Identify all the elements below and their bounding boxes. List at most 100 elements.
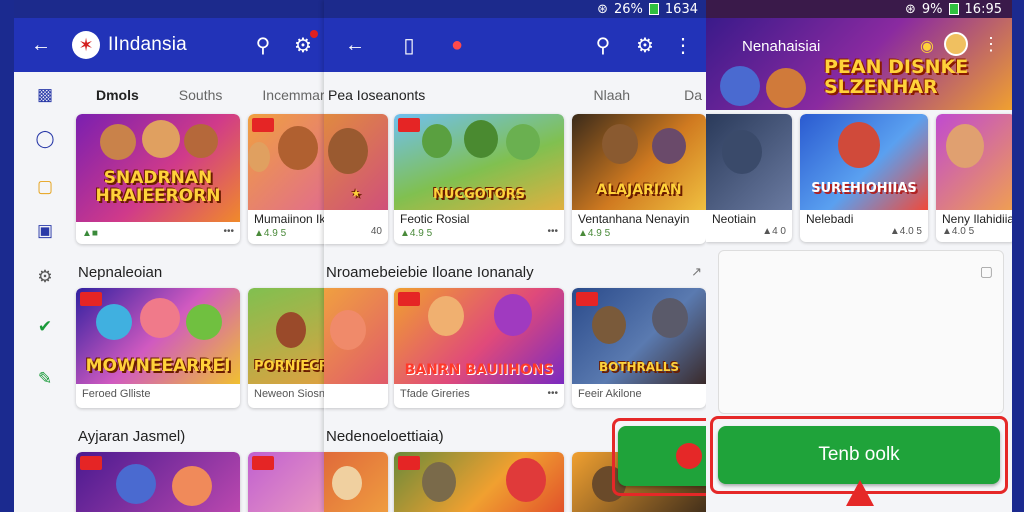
game-card[interactable]: Neotiain ▲4 0 [706, 114, 792, 242]
section-title: Nroamebeiebie Iloane Ionanaly [326, 264, 534, 281]
notifications-icon[interactable]: ⚙ [632, 32, 658, 58]
game-art: ★ [324, 114, 388, 210]
ribbon-badge [398, 118, 420, 132]
tab-souths[interactable]: Souths [179, 87, 223, 103]
game-card[interactable]: MOWNEEARREI Feroed Glliste [76, 288, 240, 408]
primary-action-button[interactable]: Tenb oolk [718, 426, 1000, 484]
game-logo: MOWNEEARREI [85, 356, 231, 377]
app-logo: ✶ [72, 31, 100, 59]
game-card[interactable]: SNADRNAN HRAIEERORN ▲■ ••• [76, 114, 240, 244]
tab-incemmar[interactable]: Incemmar [262, 87, 324, 103]
search-icon[interactable]: ⚲ [590, 32, 616, 58]
page-title: IIndansia [108, 34, 187, 55]
tab-da[interactable]: Da [684, 87, 702, 103]
game-logo: PORNIECRAS [254, 359, 330, 375]
game-art: ALAJARIAN [572, 114, 706, 210]
section-title: Nedenoeloettiaia) [326, 428, 444, 445]
left-panel: ← ✶ IIndansia ⚲ ⚙ ▩ ◯ ▢ ▣ ⚙ ✔ ✎ Dmols So… [14, 0, 330, 512]
game-card[interactable]: NUCGOTORS Feotic Rosial ▲4.9 5 ••• [394, 114, 564, 244]
search-icon[interactable]: ⚲ [250, 32, 276, 58]
check-icon[interactable]: ✔ [34, 316, 56, 338]
ribbon-badge [252, 118, 274, 132]
play-icon [676, 443, 702, 469]
game-art: NUCGOTORS [394, 114, 564, 210]
middle-panel: ⊛ 26% 1634 ← ▯ ● ⚲ ⚙ ⋮ Pea Ioseanonts Nl… [324, 0, 706, 512]
phone-icon[interactable]: ▯ [396, 32, 422, 58]
more-vert-icon[interactable]: ⋮ [670, 32, 696, 58]
battery-level: 26% [614, 1, 643, 17]
game-art: BOTHRALLS [572, 288, 706, 384]
tab-title[interactable]: Pea Ioseanonts [328, 87, 425, 103]
game-art: SNADRNAN HRAIEERORN [76, 114, 240, 222]
game-logo: BANRN BAUIIHONS [404, 362, 554, 379]
game-art [76, 452, 240, 512]
game-name: Feeir Akilone [578, 388, 642, 400]
tab-bar: Pea Ioseanonts Nlaah Da [328, 80, 704, 110]
status-bar: ⊛ 9% 16:95 [706, 0, 1012, 18]
tab-dmols[interactable]: Dmols [96, 87, 139, 103]
section-title: Nepnaleoian [78, 264, 163, 281]
ribbon-badge [80, 292, 102, 306]
game-rating: ▲4.9 5 [254, 228, 287, 239]
app-bar: ← ▯ ● ⚲ ⚙ ⋮ [324, 18, 706, 72]
game-card[interactable] [324, 452, 388, 512]
more-icon[interactable]: ••• [547, 388, 558, 399]
banner-header-title: Nenahaisiai [742, 38, 821, 55]
puzzle-icon[interactable]: ▢ [980, 263, 993, 280]
game-art: MOWNEEARREI [76, 288, 240, 384]
game-card[interactable] [76, 452, 240, 512]
notifications-icon[interactable]: ⚙ [290, 30, 318, 58]
game-card[interactable]: Mumaiinon Ikulm ▲4.9 5 [248, 114, 330, 244]
game-name: Neotiain [712, 212, 757, 226]
calendar-icon[interactable]: ▩ [34, 84, 56, 106]
game-card[interactable]: ★ 40 [324, 114, 388, 244]
back-arrow-icon[interactable]: ← [342, 32, 368, 58]
game-name: Nelebadi [806, 212, 854, 226]
game-card[interactable] [248, 452, 330, 512]
document-icon[interactable]: ▢ [34, 176, 56, 198]
expand-icon[interactable]: ↗ [691, 264, 702, 280]
more-icon[interactable]: ••• [223, 226, 234, 237]
game-card[interactable]: BANRN BAUIIHONS Tfade Gireries ••• [394, 288, 564, 408]
ribbon-badge [576, 292, 598, 306]
game-card[interactable]: SUREHIOHIIAS Nelebadi ▲4.0 5 [800, 114, 928, 242]
status-bar [14, 0, 330, 18]
back-arrow-icon[interactable]: ← [28, 32, 54, 58]
battery-level: 9% [921, 1, 943, 17]
record-icon[interactable]: ● [444, 32, 470, 58]
game-logo: ALAJARIAN [596, 182, 682, 199]
game-art: PORNIECRAS [248, 288, 330, 384]
game-card[interactable]: PORNIECRAS Neweon Siosne [248, 288, 330, 408]
game-card[interactable]: BOTHRALLS Feeir Akilone [572, 288, 706, 408]
empty-content-card: ▢ [718, 250, 1004, 414]
settings-icon[interactable]: ⚙ [34, 266, 56, 288]
tab-nlaah[interactable]: Nlaah [594, 87, 631, 103]
game-rating: ▲4.9 5 [578, 228, 611, 239]
game-logo: BOTHRALLS [598, 360, 680, 375]
game-card[interactable] [324, 288, 388, 408]
ribbon-badge [398, 456, 420, 470]
chat-icon[interactable]: ◯ [34, 128, 56, 150]
more-vert-icon[interactable]: ⋮ [982, 34, 1000, 55]
clock: 1634 [664, 1, 698, 17]
game-rating: ▲4.0 5 [889, 226, 922, 237]
app-bar: ← ✶ IIndansia ⚲ ⚙ [14, 18, 330, 72]
play-button[interactable] [618, 426, 706, 486]
clock: 16:95 [964, 1, 1002, 17]
more-icon[interactable]: ••• [547, 226, 558, 237]
edit-icon[interactable]: ✎ [34, 368, 56, 390]
game-logo: NUCGOTORS [433, 187, 525, 203]
game-logo: ★ [351, 187, 361, 201]
game-art [936, 114, 1012, 210]
game-name: Neny Ilahidiian [942, 212, 1012, 226]
wifi-icon: ⊛ [597, 1, 608, 17]
window-icon[interactable]: ▣ [34, 220, 56, 242]
avatar[interactable] [944, 32, 968, 56]
game-card[interactable]: ALAJARIAN Ventanhana Nenayin ▲4.9 5 [572, 114, 706, 244]
game-card[interactable] [394, 452, 564, 512]
promo-banner[interactable]: Nenahaisiai ◉ ⋮ PEAN DISNKE SLZENHAR [706, 18, 1012, 110]
battery-icon [648, 3, 659, 15]
location-icon[interactable]: ◉ [920, 36, 934, 56]
game-card[interactable]: Neny Ilahidiian ▲4.0 5 [936, 114, 1012, 242]
card-meta: ▲■ [82, 228, 98, 239]
